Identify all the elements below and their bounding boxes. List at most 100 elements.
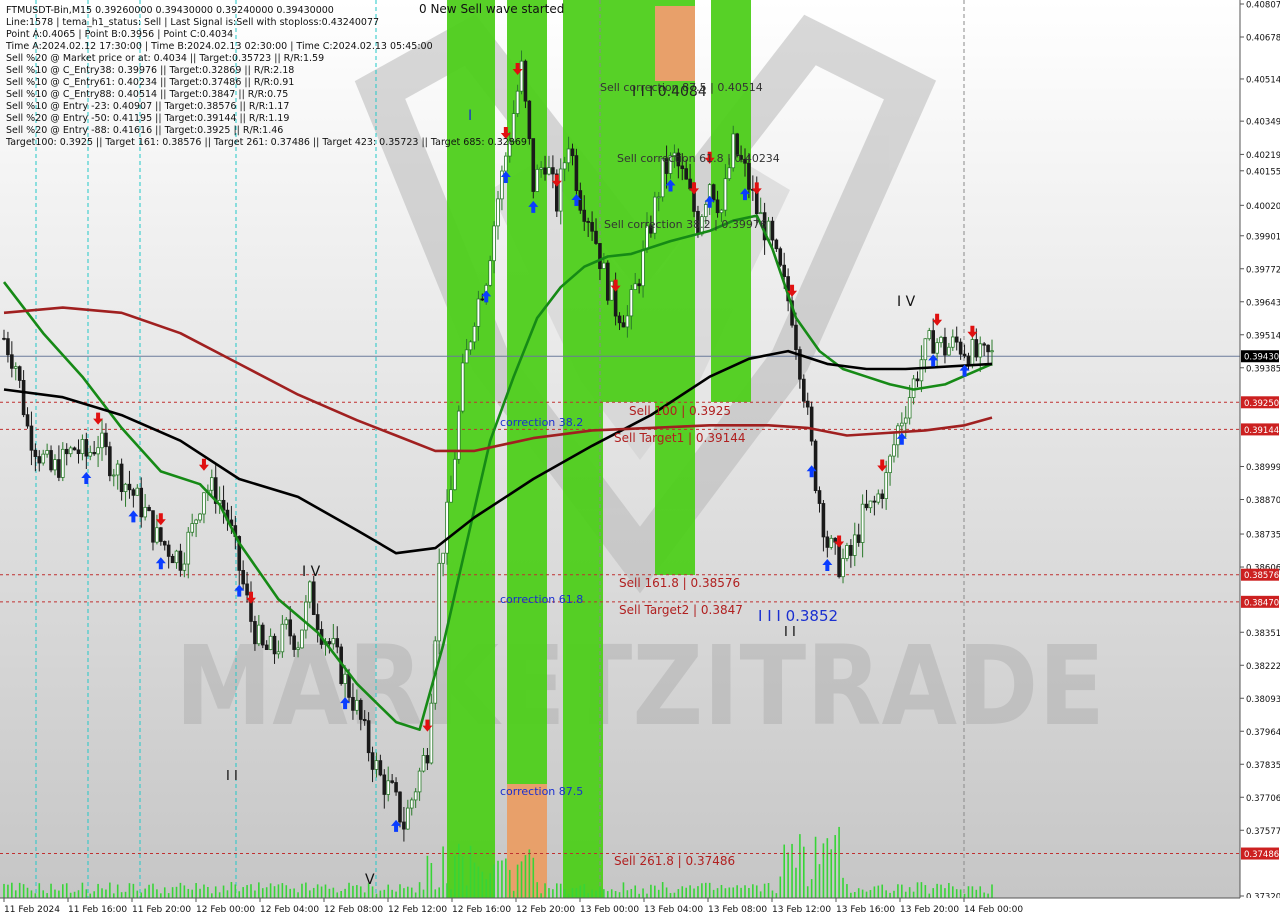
- candle-body: [311, 581, 316, 615]
- candle-body: [915, 378, 920, 382]
- green-zone: [603, 0, 655, 402]
- price-tag-label: 0.37486: [1244, 850, 1279, 860]
- candle-body: [868, 500, 873, 509]
- candle-body: [586, 221, 590, 223]
- orange-zone: [507, 784, 547, 898]
- candle-body: [605, 262, 610, 301]
- candle-body: [723, 178, 728, 211]
- candle-body: [884, 472, 888, 500]
- candle-body: [527, 100, 532, 139]
- candle-body: [61, 448, 65, 478]
- candle-body: [982, 343, 986, 346]
- candle-body: [880, 493, 885, 500]
- candle-body: [409, 799, 414, 809]
- candle-body: [127, 483, 132, 491]
- y-tick-label: 0.38870: [1246, 496, 1280, 506]
- candle-body: [817, 490, 822, 504]
- sell-161-label: Sell 161.8 | 0.38576: [619, 576, 740, 590]
- candle-body: [496, 198, 500, 227]
- header-line: Line:1578 | tema_h1_status: Sell | Last …: [6, 17, 379, 28]
- candle-body: [805, 400, 810, 408]
- candle-body: [25, 414, 30, 427]
- candle-body: [260, 624, 265, 646]
- candle-body: [53, 459, 57, 471]
- candle-body: [719, 209, 724, 214]
- y-tick-label: 0.40155: [1246, 167, 1280, 177]
- candle-body: [515, 90, 520, 114]
- candle-body: [625, 315, 630, 328]
- header-line: Time A:2024.02.12 17:30:00 | Time B:2024…: [5, 41, 433, 52]
- candle-body: [476, 298, 481, 327]
- candle-body: [280, 623, 285, 653]
- y-tick-label: 0.40678: [1246, 33, 1280, 43]
- header-line: Sell %10 @ Entry -23: 0.40907 || Target:…: [6, 101, 289, 112]
- candle-body: [143, 506, 147, 518]
- candle-body: [151, 510, 155, 543]
- candle-body: [241, 570, 245, 585]
- x-tick-label: 14 Feb 00:00: [964, 905, 1023, 915]
- candle-body: [272, 635, 277, 655]
- candle-body: [402, 821, 406, 830]
- candle-body: [209, 477, 214, 491]
- candle-body: [562, 162, 567, 170]
- candle-body: [17, 366, 22, 381]
- candle-body: [13, 366, 18, 369]
- candle-body: [958, 341, 963, 355]
- y-tick-label: 0.37577: [1246, 827, 1280, 837]
- candle-body: [849, 545, 853, 556]
- candle-body: [531, 138, 536, 192]
- candle-body: [108, 446, 112, 477]
- candle-body: [147, 506, 151, 512]
- candle-body: [523, 60, 528, 102]
- y-tick-label: 0.40219: [1246, 151, 1280, 161]
- candle-body: [711, 184, 716, 201]
- candle-body: [104, 432, 108, 448]
- candle-body: [41, 453, 46, 464]
- candle-body: [578, 190, 583, 211]
- candle-body: [876, 493, 881, 503]
- candle-body: [558, 168, 563, 212]
- candle-body: [437, 562, 441, 642]
- candle-body: [190, 523, 194, 533]
- candle-body: [684, 168, 688, 180]
- candle-body: [80, 439, 85, 454]
- candle-body: [774, 239, 779, 250]
- candle-body: [778, 248, 783, 266]
- header-line: Target100: 0.3925 || Target 161: 0.38576…: [5, 137, 527, 148]
- candle-body: [590, 222, 594, 232]
- y-tick-label: 0.38735: [1246, 531, 1280, 541]
- candle-body: [68, 447, 73, 455]
- candle-body: [504, 155, 508, 172]
- candle-body: [680, 165, 685, 170]
- candle-body: [253, 621, 257, 645]
- candle-body: [347, 673, 351, 698]
- y-tick-label: 0.40349: [1246, 118, 1280, 128]
- candle-body: [370, 752, 375, 770]
- candle-body: [543, 167, 547, 175]
- candle-body: [162, 541, 167, 546]
- candle-body: [264, 644, 269, 650]
- x-tick-label: 11 Feb 16:00: [68, 905, 127, 915]
- candle-body: [202, 492, 206, 515]
- x-tick-label: 12 Feb 16:00: [452, 905, 511, 915]
- x-tick-label: 12 Feb 08:00: [324, 905, 383, 915]
- candle-body: [617, 315, 622, 324]
- candle-body: [382, 774, 387, 795]
- header-line: Sell %10 @ C_Entry38: 0.39976 || Target:…: [6, 65, 294, 76]
- candle-body: [76, 449, 81, 454]
- candle-body: [519, 60, 524, 92]
- price-tag-label: 0.39250: [1244, 399, 1279, 409]
- candle-body: [990, 350, 994, 353]
- candle-body: [582, 209, 587, 222]
- y-tick-label: 0.39772: [1246, 265, 1280, 275]
- wave-ii-label: I I: [226, 769, 238, 784]
- y-tick-label: 0.39901: [1246, 232, 1280, 242]
- orange-zone: [655, 6, 695, 81]
- candle-body: [602, 262, 606, 269]
- y-tick-label: 0.39643: [1246, 298, 1280, 308]
- candle-body: [821, 503, 826, 538]
- candle-body: [453, 458, 457, 491]
- candle-body: [633, 283, 638, 290]
- candle-body: [366, 720, 371, 754]
- price-chart[interactable]: MARKETZITRADE 0 New Sell wave started Se…: [0, 0, 1280, 920]
